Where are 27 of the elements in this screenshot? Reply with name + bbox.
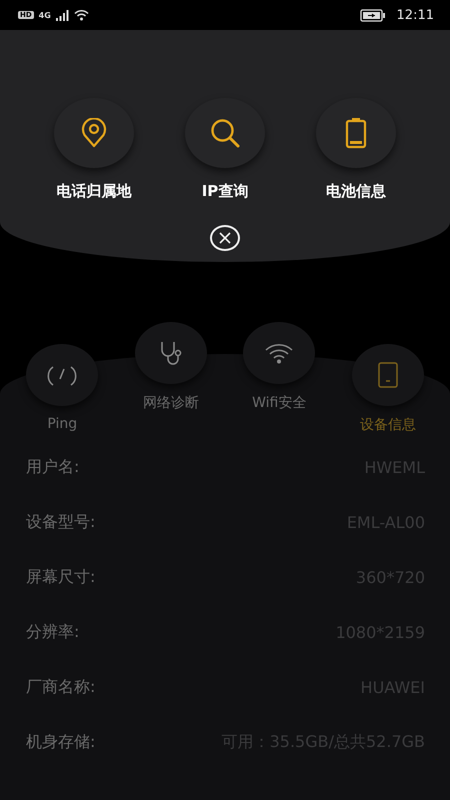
gauge-icon <box>47 364 78 386</box>
wifi-icon <box>74 9 89 21</box>
info-label: 机身存储: <box>26 732 96 753</box>
tablet-icon <box>376 362 399 388</box>
info-label: 用户名: <box>26 457 80 478</box>
search-icon <box>210 118 240 148</box>
tool-label: 网络诊断 <box>142 394 199 412</box>
close-button[interactable] <box>210 225 240 251</box>
tool-label: 设备信息 <box>360 416 416 434</box>
stethoscope-icon <box>158 340 183 366</box>
close-icon <box>219 232 231 244</box>
info-label: 厂商名称: <box>26 677 96 698</box>
clock-time: 12:11 <box>396 8 434 22</box>
battery-icon <box>360 8 386 22</box>
wifi-icon <box>264 342 294 364</box>
quick-tool-label: 电话归属地 <box>56 182 132 201</box>
battery-icon <box>345 117 367 149</box>
quick-tool-label: 电池信息 <box>326 182 386 201</box>
quick-tool-label: IP查询 <box>202 182 248 201</box>
info-label: 屏幕尺寸: <box>26 567 96 588</box>
tool-label: Ping <box>47 416 78 432</box>
network-type: 4G <box>38 10 51 20</box>
tool-label: Wifi安全 <box>252 394 306 412</box>
info-label: 分辨率: <box>26 622 80 643</box>
location-pin-icon <box>81 118 107 148</box>
info-label: 设备型号: <box>26 512 96 533</box>
signal-icon <box>56 10 69 20</box>
